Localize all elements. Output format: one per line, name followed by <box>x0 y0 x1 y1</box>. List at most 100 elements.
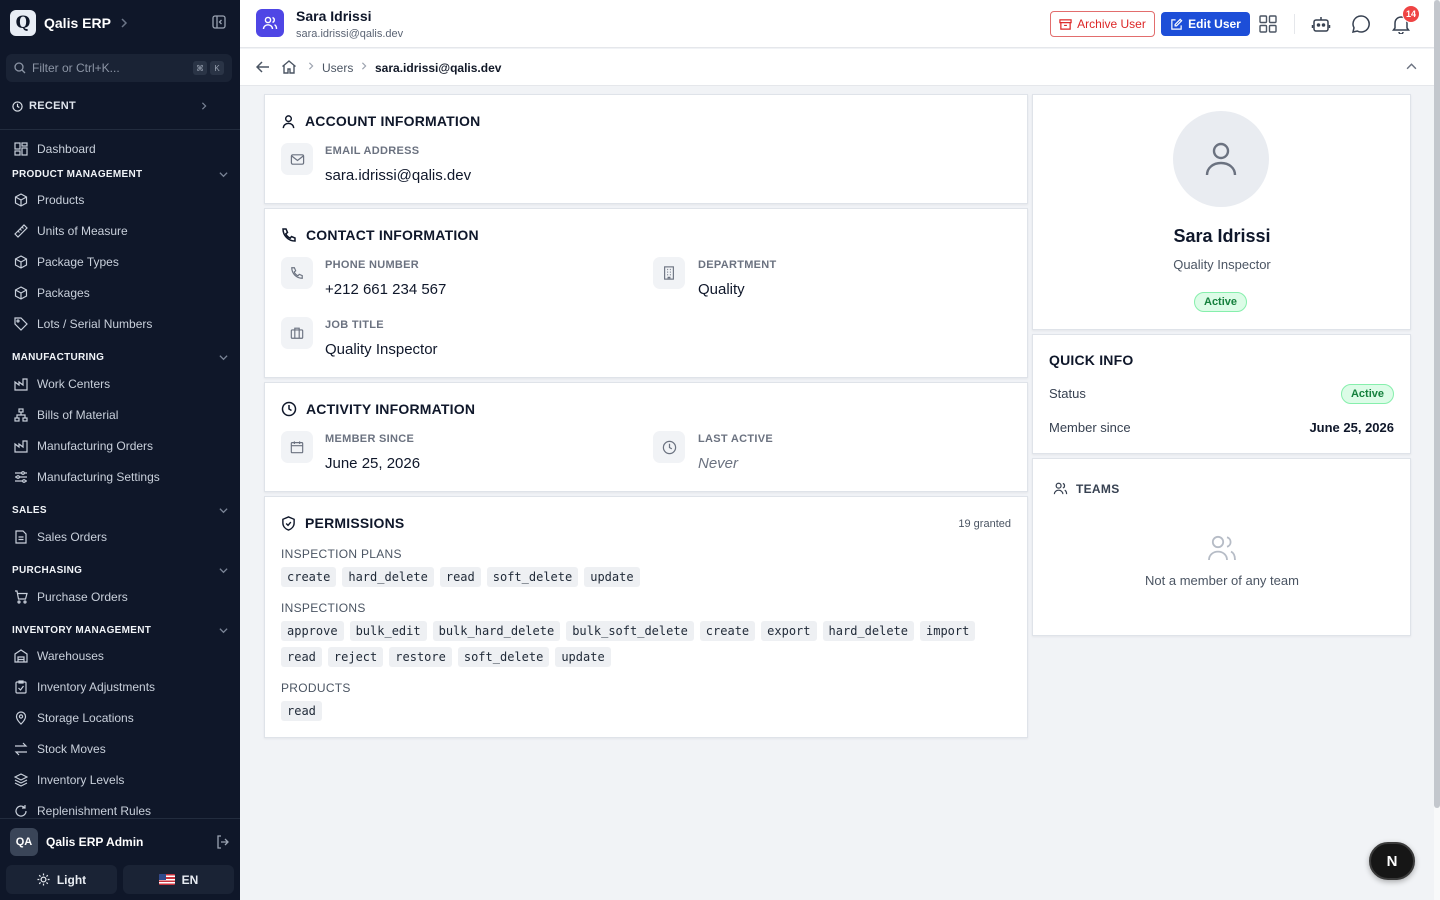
nav-label: Manufacturing Settings <box>37 470 160 484</box>
clock-icon <box>281 401 297 417</box>
permissions-card: PERMISSIONS 19 granted INSPECTION PLANS … <box>264 496 1028 738</box>
section-title: SALES <box>12 504 47 516</box>
permission-chip: read <box>281 647 322 667</box>
archive-label: Archive User <box>1077 17 1146 31</box>
teams-card: TEAMS Not a member of any team <box>1032 458 1411 636</box>
dashboard-icon <box>14 142 28 156</box>
next-dev-button[interactable]: N <box>1369 842 1415 880</box>
filter-input[interactable] <box>32 61 172 75</box>
last-active-label: LAST ACTIVE <box>698 433 774 445</box>
cart-icon <box>15 590 28 604</box>
language-button[interactable]: EN <box>123 865 234 894</box>
building-icon <box>653 257 685 289</box>
section-manufacturing[interactable]: MANUFACTURING <box>12 349 228 365</box>
logout-icon[interactable] <box>216 835 230 849</box>
permission-chip-list: approve bulk_edit bulk_hard_delete bulk_sof… <box>281 621 1011 667</box>
search-icon <box>14 62 26 74</box>
nav-item-units-of-measure[interactable]: Units of Measure <box>14 221 228 241</box>
nav-item-sales-orders[interactable]: Sales Orders <box>14 527 228 547</box>
permissions-count: 19 granted <box>958 518 1011 530</box>
nav-item-warehouses[interactable]: Warehouses <box>14 646 228 666</box>
nav-item-package-types[interactable]: Package Types <box>14 252 228 272</box>
nav-item-manufacturing-settings[interactable]: Manufacturing Settings <box>14 467 228 487</box>
kbd-key: K <box>210 61 224 75</box>
nav-item-work-centers[interactable]: Work Centers <box>14 374 228 394</box>
section-product-management[interactable]: PRODUCT MANAGEMENT <box>12 166 228 182</box>
recent-label: RECENT <box>29 100 77 112</box>
nav-item-inventory-levels[interactable]: Inventory Levels <box>14 770 228 790</box>
nav-item-dashboard[interactable]: Dashboard <box>14 139 228 159</box>
theme-toggle-button[interactable]: Light <box>6 865 117 894</box>
nav-label: Storage Locations <box>37 711 134 725</box>
recent-toggle[interactable]: RECENT <box>12 96 208 116</box>
scrollbar[interactable] <box>1434 0 1440 900</box>
section-inventory-management[interactable]: INVENTORY MANAGEMENT <box>12 622 228 638</box>
user-menu[interactable]: QA Qalis ERP Admin <box>10 828 230 856</box>
permission-group-title: INSPECTIONS <box>281 601 366 615</box>
nav-label: Bills of Material <box>37 408 119 422</box>
nav-item-purchase-orders[interactable]: Purchase Orders <box>14 587 228 607</box>
home-icon[interactable] <box>281 59 297 75</box>
nav-label: Inventory Levels <box>37 773 125 787</box>
nav-item-packages[interactable]: Packages <box>14 283 228 303</box>
card-title: ACTIVITY INFORMATION <box>306 401 476 417</box>
nav-item-lots-serial-numbers[interactable]: Lots / Serial Numbers <box>14 314 228 334</box>
breadcrumb-users-link[interactable]: Users <box>322 61 353 75</box>
chevron-up-icon[interactable] <box>1406 61 1417 72</box>
permission-chip: bulk_edit <box>349 621 427 641</box>
arrows-swap-icon <box>14 742 28 756</box>
scrollbar-thumb[interactable] <box>1434 0 1440 808</box>
nav-item-stock-moves[interactable]: Stock Moves <box>14 739 228 759</box>
nav-item-storage-locations[interactable]: Storage Locations <box>14 708 228 728</box>
top-bar: Sara Idrissi sara.idrissi@qalis.dev Arch… <box>240 0 1434 48</box>
section-purchasing[interactable]: PURCHASING <box>12 562 228 578</box>
avatar: QA <box>10 828 38 856</box>
nav-label: Work Centers <box>37 377 111 391</box>
permission-chip: soft_delete <box>486 567 579 587</box>
section-title: PRODUCT MANAGEMENT <box>12 168 143 180</box>
nav-label: Package Types <box>37 255 119 269</box>
brand-name: Qalis ERP <box>44 15 111 31</box>
nav-item-manufacturing-orders[interactable]: Manufacturing Orders <box>14 436 228 456</box>
quick-info-card: QUICK INFO Status Active Member since Ju… <box>1032 334 1411 454</box>
chevron-down-icon <box>219 170 228 179</box>
nav-item-inventory-adjustments[interactable]: Inventory Adjustments <box>14 677 228 697</box>
permission-chip: bulk_soft_delete <box>566 621 694 641</box>
clipboard-check-icon <box>15 680 27 694</box>
apps-grid-icon[interactable] <box>1259 15 1277 33</box>
chat-icon[interactable] <box>1351 14 1371 34</box>
card-heading: ACCOUNT INFORMATION <box>281 113 480 129</box>
brand[interactable]: Q Qalis ERP <box>10 10 129 36</box>
archive-user-button[interactable]: Archive User <box>1050 11 1155 37</box>
hierarchy-icon <box>14 408 28 422</box>
keyboard-shortcut: ⌘ K <box>193 61 224 75</box>
page-subtitle: sara.idrissi@qalis.dev <box>296 28 404 40</box>
refresh-icon <box>15 805 27 817</box>
nav-label: Products <box>37 193 85 207</box>
permission-group-title: PRODUCTS <box>281 681 351 695</box>
nav-item-products[interactable]: Products <box>14 190 228 210</box>
sidebar-collapse-icon[interactable] <box>212 15 226 29</box>
nav-label: Manufacturing Orders <box>37 439 154 453</box>
map-pin-icon <box>15 711 27 725</box>
section-sales[interactable]: SALES <box>12 502 228 518</box>
chevron-right-icon <box>119 18 129 28</box>
nav-item-bills-of-material[interactable]: Bills of Material <box>14 405 228 425</box>
section-title: INVENTORY MANAGEMENT <box>12 624 152 636</box>
sidebar-filter[interactable]: ⌘ K <box>6 54 232 82</box>
ai-assistant-icon[interactable] <box>1311 14 1331 34</box>
profile-name: Sara Idrissi <box>1173 226 1271 246</box>
permission-chip: create <box>281 567 337 587</box>
permission-chip: soft_delete <box>457 647 550 667</box>
back-arrow-icon[interactable] <box>256 60 270 74</box>
archive-icon <box>1059 18 1072 30</box>
member-since-label: MEMBER SINCE <box>325 433 415 445</box>
avatar <box>1173 111 1269 207</box>
kbd-key: ⌘ <box>193 61 207 75</box>
card-heading: TEAMS <box>1053 481 1120 496</box>
contact-information-card: CONTACT INFORMATION PHONE NUMBER +212 66… <box>264 208 1028 378</box>
notification-count-badge: 14 <box>1402 5 1420 23</box>
department-value: Quality <box>698 281 745 298</box>
edit-user-button[interactable]: Edit User <box>1161 12 1250 36</box>
edit-label: Edit User <box>1188 17 1241 31</box>
